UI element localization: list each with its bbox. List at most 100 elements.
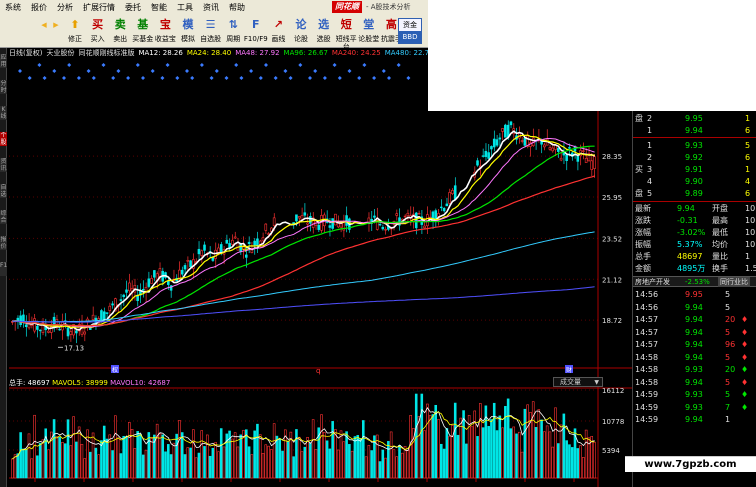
menu-item-7[interactable]: 资讯: [198, 2, 224, 13]
left-tab-5[interactable]: 自选: [0, 184, 7, 198]
sector-compare-tab[interactable]: 同行业比: [718, 277, 750, 287]
left-tab-4[interactable]: 资讯: [0, 158, 7, 172]
buy-level: 1 9.93 5: [633, 140, 756, 151]
candle-body: [91, 314, 95, 320]
event-marker-icon: [76, 76, 81, 80]
left-tab-0[interactable]: 应用: [0, 54, 7, 68]
stat-label: 金额: [635, 264, 651, 273]
volume-bar: [278, 438, 282, 479]
left-tab-1[interactable]: 分时: [0, 80, 7, 94]
event-marker-icon: [91, 76, 96, 80]
chevron-down-icon: ▼: [594, 379, 599, 386]
sector-row[interactable]: 房地产开发 -2.53% 同行业比: [633, 276, 756, 287]
tick-time: 14:59: [635, 402, 659, 412]
sell-level: 1 9.94 6: [633, 125, 756, 136]
left-tab-7[interactable]: 报价: [0, 236, 7, 250]
volume-bar: [378, 461, 382, 479]
candle-body: [476, 160, 479, 166]
volume-bar: [172, 442, 176, 479]
left-tab-8[interactable]: F10: [0, 262, 7, 276]
toolbar-button-label: 论股堂: [358, 35, 380, 43]
volume-bar: [565, 440, 568, 479]
candle-body: [439, 206, 443, 209]
menu-item-5[interactable]: 智能: [146, 2, 172, 13]
volume-bar: [406, 450, 410, 479]
candle-body: [219, 244, 223, 254]
candle-body: [453, 185, 457, 200]
volume-bar: [139, 433, 142, 479]
volume-bar: [150, 438, 153, 479]
candle-body: [568, 147, 571, 149]
candle-body: [320, 215, 323, 231]
stat-value: 4895万: [677, 264, 706, 273]
menu-item-4[interactable]: 委托: [120, 2, 146, 13]
menu-item-6[interactable]: 工具: [172, 2, 198, 13]
candle-body: [69, 331, 73, 335]
left-tab-6[interactable]: 综合: [0, 210, 7, 224]
toolbar-button-1[interactable]: ▶: [50, 17, 62, 47]
volume-bar: [367, 445, 371, 479]
volume-bar: [295, 429, 298, 479]
moving-average-line: [12, 231, 595, 323]
event-marker-icon: [249, 69, 254, 73]
volume-bar: [186, 447, 190, 479]
volume-bar: [523, 408, 527, 479]
toolbar-button-0[interactable]: ◀: [38, 17, 50, 47]
volume-bar: [579, 445, 582, 479]
candle-body: [576, 156, 580, 162]
candle-body: [111, 303, 114, 306]
sector-change: -2.53%: [685, 278, 710, 286]
candle-body: [565, 154, 568, 161]
left-tab-3[interactable]: 个股: [0, 132, 7, 146]
volume-bar: [428, 415, 432, 479]
menu-item-8[interactable]: 帮助: [224, 2, 250, 13]
stat-value: 48697: [677, 252, 703, 261]
volume-bar: [214, 442, 217, 479]
candle-body: [490, 146, 493, 150]
event-marker-icon: [199, 63, 204, 67]
volume-bar: [180, 432, 184, 479]
level-price: 9.92: [685, 153, 703, 162]
toolbar-button-label: 买入: [90, 35, 105, 43]
candle-body: [445, 203, 449, 207]
volume-bar: [158, 432, 162, 479]
candle-body: [58, 328, 61, 331]
up-icon: ⬆: [70, 18, 80, 31]
volume-bar: [370, 450, 373, 479]
candle-body: [543, 144, 546, 148]
candle-body: [584, 157, 588, 163]
event-marker-icon: [126, 76, 131, 80]
event-marker-icon: [406, 76, 411, 80]
menu-item-0[interactable]: 系统: [0, 2, 26, 13]
volume-bar: [384, 457, 387, 479]
candle-body: [345, 215, 348, 226]
volume-bar: [451, 425, 454, 479]
menu-item-3[interactable]: 扩展行情: [78, 2, 120, 13]
tick-price: 9.94: [685, 415, 703, 424]
candle-body: [481, 155, 485, 157]
volume-bar: [400, 452, 404, 479]
volume-bar: [476, 436, 479, 479]
volume-bar: [69, 445, 73, 479]
menu-item-2[interactable]: 分析: [52, 2, 78, 13]
f10-icon: F: [252, 18, 260, 31]
title-seg-0: 日线(复权): [9, 49, 43, 57]
price-tick-label: 18.72: [602, 317, 622, 325]
menu-item-1[interactable]: 报价: [26, 2, 52, 13]
stat-value: -0.31: [677, 216, 698, 225]
volume-bar: [342, 441, 346, 479]
left-tab-2[interactable]: K线: [0, 106, 7, 120]
level-num: 2: [647, 114, 653, 123]
tick-volume: 20: [725, 315, 736, 324]
fund-button[interactable]: 资金 BBD: [398, 18, 422, 44]
tick-time: 14:58: [635, 365, 659, 374]
level-volume: 6: [745, 126, 751, 135]
indicator-select[interactable]: 成交量 ▼: [553, 377, 603, 387]
volume-tick-label: 16112: [602, 387, 624, 395]
buy-level: 买 3 9.91 1: [633, 164, 756, 175]
discuss-icon: 论: [295, 18, 307, 31]
candle-body: [487, 152, 490, 159]
forward-icon: ▶: [53, 21, 59, 29]
volume-bar: [453, 402, 457, 479]
volume-bar: [322, 431, 326, 479]
